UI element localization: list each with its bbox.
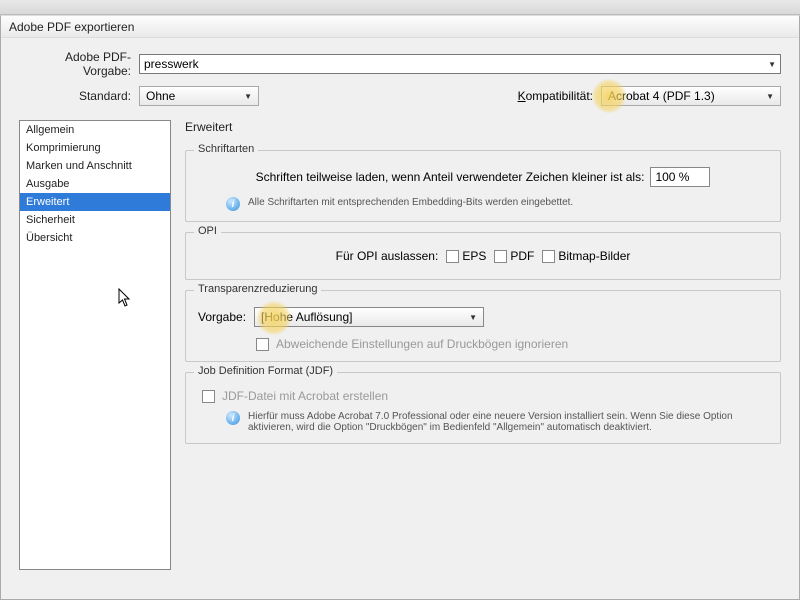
jdf-group-title: Job Definition Format (JDF) (194, 365, 337, 377)
jdf-info-text: Hierfür muss Adobe Acrobat 7.0 Professio… (248, 411, 768, 433)
subset-label: Schriften teilweise laden, wenn Anteil v… (256, 170, 645, 184)
chevron-down-icon: ▼ (244, 92, 252, 101)
fonts-group: Schriftarten Schriften teilweise laden, … (185, 150, 781, 222)
compat-label: Kompatibilität: (518, 89, 601, 103)
standard-dropdown[interactable]: Ohne ▼ (139, 86, 259, 106)
ignore-spread-checkbox[interactable] (256, 338, 269, 351)
jdf-create-checkbox[interactable] (202, 390, 215, 403)
fonts-info-text: Alle Schriftarten mit entsprechenden Emb… (248, 197, 573, 208)
category-sidebar: Allgemein Komprimierung Marken und Ansch… (19, 120, 171, 570)
opi-group: OPI Für OPI auslassen: EPS PDF Bitmap-Bi… (185, 232, 781, 280)
compat-dropdown[interactable]: Acrobat 4 (PDF 1.3) ▼ (601, 86, 781, 106)
preset-value: presswerk (144, 57, 199, 71)
chevron-down-icon: ▼ (469, 313, 477, 322)
opi-omit-label: Für OPI auslassen: (336, 249, 439, 263)
compat-value: Acrobat 4 (PDF 1.3) (608, 89, 715, 103)
info-icon: i (226, 197, 240, 211)
opi-pdf-checkbox[interactable]: PDF (494, 249, 534, 263)
chevron-down-icon: ▼ (768, 60, 776, 69)
sidebar-item-uebersicht[interactable]: Übersicht (20, 229, 170, 247)
transparency-group-title: Transparenzreduzierung (194, 283, 321, 295)
sidebar-item-marken[interactable]: Marken und Anschnitt (20, 157, 170, 175)
dialog-titlebar: Adobe PDF exportieren (1, 16, 799, 38)
standard-value: Ohne (146, 89, 175, 103)
opi-group-title: OPI (194, 225, 221, 237)
jdf-group: Job Definition Format (JDF) JDF-Datei mi… (185, 372, 781, 444)
opi-eps-checkbox[interactable]: EPS (446, 249, 486, 263)
sidebar-item-ausgabe[interactable]: Ausgabe (20, 175, 170, 193)
transparency-preset-value: [Hohe Auflösung] (261, 310, 352, 324)
info-icon: i (226, 411, 240, 425)
preset-label: Adobe PDF-Vorgabe: (19, 50, 139, 78)
preset-dropdown[interactable]: presswerk ▼ (139, 54, 781, 74)
sidebar-item-komprimierung[interactable]: Komprimierung (20, 139, 170, 157)
sidebar-item-sicherheit[interactable]: Sicherheit (20, 211, 170, 229)
sidebar-item-allgemein[interactable]: Allgemein (20, 121, 170, 139)
advanced-panel: Erweitert Schriftarten Schriften teilwei… (185, 120, 781, 570)
transparency-group: Transparenzreduzierung Vorgabe: [Hohe Au… (185, 290, 781, 362)
sidebar-item-erweitert[interactable]: Erweitert (20, 193, 170, 211)
subset-threshold-input[interactable] (650, 167, 710, 187)
chevron-down-icon: ▼ (766, 92, 774, 101)
jdf-create-label: JDF-Datei mit Acrobat erstellen (222, 389, 388, 403)
ignore-spread-label: Abweichende Einstellungen auf Druckbögen… (276, 337, 568, 351)
transparency-preset-dropdown[interactable]: [Hohe Auflösung] ▼ (254, 307, 484, 327)
opi-bitmap-checkbox[interactable]: Bitmap-Bilder (542, 249, 630, 263)
panel-title: Erweitert (185, 120, 781, 134)
export-pdf-dialog: Adobe PDF exportieren Adobe PDF-Vorgabe:… (0, 15, 800, 600)
standard-label: Standard: (19, 89, 139, 103)
dialog-title: Adobe PDF exportieren (9, 20, 134, 34)
fonts-group-title: Schriftarten (194, 143, 258, 155)
transparency-preset-label: Vorgabe: (198, 310, 246, 324)
